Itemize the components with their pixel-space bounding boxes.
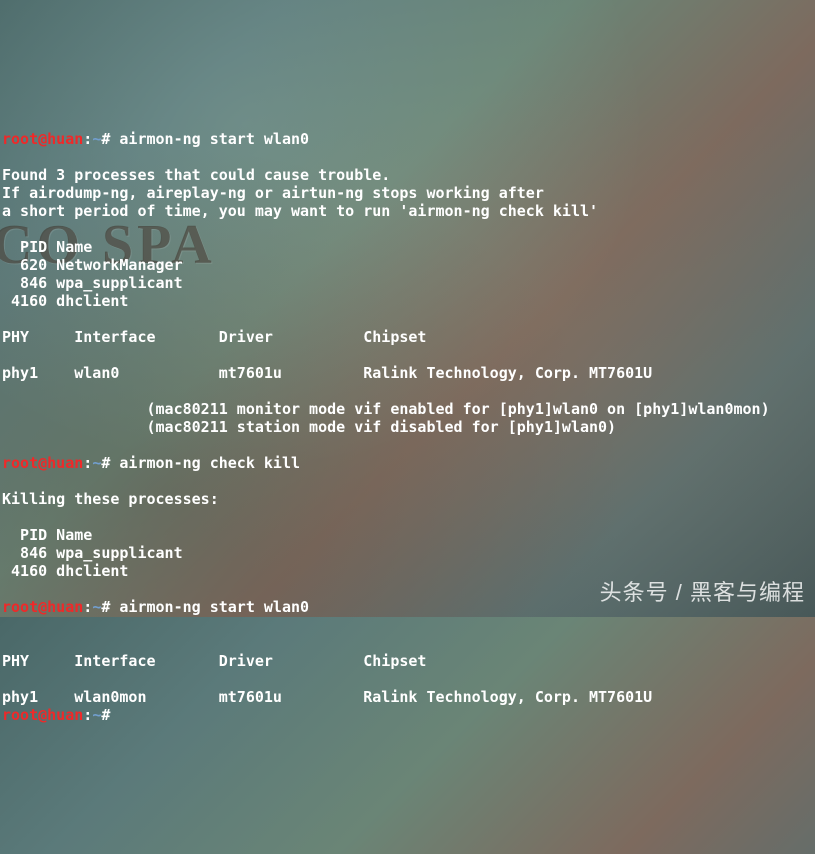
- output-line: 620 NetworkManager: [2, 256, 183, 274]
- prompt-user: root@huan: [2, 706, 83, 724]
- output-line: PHY Interface Driver Chipset: [2, 328, 426, 346]
- prompt-colon: :: [83, 706, 92, 724]
- output-line: a short period of time, you may want to …: [2, 202, 598, 220]
- command-3: airmon-ng start wlan0: [110, 598, 309, 616]
- output-line: phy1 wlan0 mt7601u Ralink Technology, Co…: [2, 364, 652, 382]
- prompt-path: ~: [92, 454, 101, 472]
- output-line: PID Name: [2, 238, 92, 256]
- output-line: (mac80211 station mode vif disabled for …: [2, 418, 616, 436]
- output-line: Found 3 processes that could cause troub…: [2, 166, 390, 184]
- prompt-user: root@huan: [2, 130, 83, 148]
- prompt-path: ~: [92, 706, 101, 724]
- output-line: (mac80211 monitor mode vif enabled for […: [2, 400, 770, 418]
- command-1: airmon-ng start wlan0: [110, 130, 309, 148]
- output-line: PID Name: [2, 526, 92, 544]
- prompt-colon: :: [83, 454, 92, 472]
- output-line: 846 wpa_supplicant: [2, 274, 183, 292]
- watermark: 头条号 / 黑客与编程: [600, 584, 805, 602]
- output-line: PHY Interface Driver Chipset: [2, 652, 426, 670]
- prompt-user: root@huan: [2, 598, 83, 616]
- prompt-path: ~: [92, 130, 101, 148]
- output-line: 4160 dhclient: [2, 562, 128, 580]
- output-line: phy1 wlan0mon mt7601u Ralink Technology,…: [2, 688, 652, 706]
- prompt-colon: :: [83, 598, 92, 616]
- output-line: 846 wpa_supplicant: [2, 544, 183, 562]
- prompt-colon: :: [83, 130, 92, 148]
- prompt-user: root@huan: [2, 454, 83, 472]
- output-line: If airodump-ng, aireplay-ng or airtun-ng…: [2, 184, 544, 202]
- prompt-hash: #: [101, 706, 110, 724]
- terminal-output[interactable]: root@huan:~# airmon-ng start wlan0 Found…: [0, 126, 815, 728]
- prompt-path: ~: [92, 598, 101, 616]
- output-line: 4160 dhclient: [2, 292, 128, 310]
- command-2: airmon-ng check kill: [110, 454, 300, 472]
- output-line: Killing these processes:: [2, 490, 219, 508]
